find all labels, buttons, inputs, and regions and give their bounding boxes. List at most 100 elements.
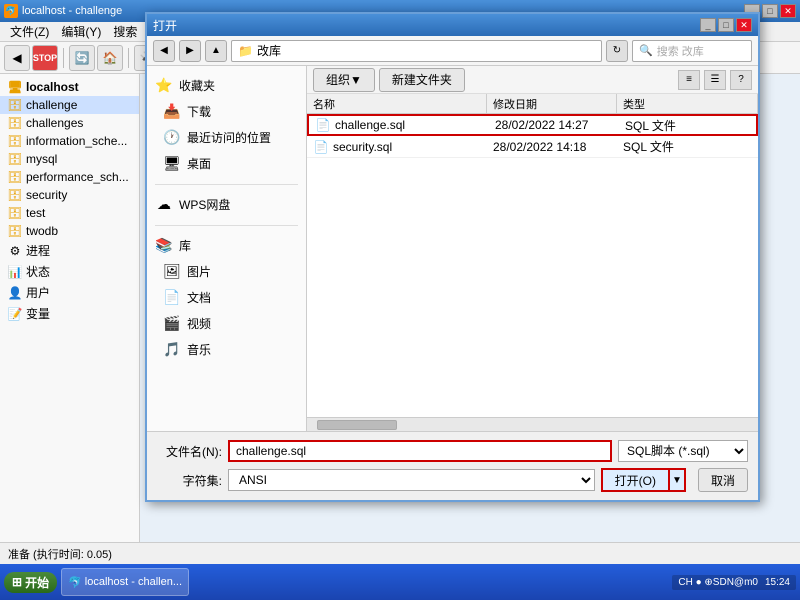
library-icon: 📚 bbox=[155, 236, 173, 254]
view-list-button[interactable]: ☰ bbox=[704, 70, 726, 90]
sidebar-item-process[interactable]: ⚙ 进程 bbox=[0, 240, 139, 261]
horizontal-scrollbar[interactable] bbox=[307, 417, 758, 431]
dialog-up-button[interactable]: ▲ bbox=[205, 40, 227, 62]
path-bar[interactable]: 📁 改库 bbox=[231, 40, 602, 62]
column-header-date[interactable]: 修改日期 bbox=[487, 94, 617, 113]
file-name-challenge: 📄 challenge.sql bbox=[309, 116, 489, 134]
nav-desktop[interactable]: 🖥 桌面 bbox=[147, 150, 306, 176]
music-icon: 🎵 bbox=[163, 340, 181, 358]
maximize-button[interactable]: □ bbox=[762, 4, 778, 18]
stop-button[interactable]: STOP bbox=[32, 45, 58, 71]
nav-music[interactable]: 🎵 音乐 bbox=[147, 336, 306, 362]
refresh-path-button[interactable]: ↻ bbox=[606, 40, 628, 62]
column-header-name[interactable]: 名称 bbox=[307, 94, 487, 113]
search-icon: 🔍 bbox=[639, 44, 653, 57]
db-icon-2: 🗄 bbox=[8, 134, 22, 148]
start-button[interactable]: ⊞ 开始 bbox=[4, 572, 57, 593]
scrollbar-thumb[interactable] bbox=[317, 420, 397, 430]
sidebar-item-test[interactable]: 🗄 test bbox=[0, 204, 139, 222]
open-dropdown-arrow[interactable]: ▼ bbox=[668, 468, 686, 492]
pictures-icon: 🖼 bbox=[163, 262, 181, 280]
sidebar-item-twodb[interactable]: 🗄 twodb bbox=[0, 222, 139, 240]
nav-pictures[interactable]: 🖼 图片 bbox=[147, 258, 306, 284]
nav-library-header[interactable]: 📚 库 bbox=[147, 232, 306, 258]
nav-documents[interactable]: 📄 文档 bbox=[147, 284, 306, 310]
dialog-forward-button[interactable]: ▶ bbox=[179, 40, 201, 62]
charset-select[interactable]: ANSI bbox=[228, 469, 595, 491]
nav-favorites-header[interactable]: ⭐ 收藏夹 bbox=[147, 72, 306, 98]
dialog-title-text: 打开 bbox=[153, 17, 177, 34]
sidebar-item-variables[interactable]: 📝 变量 bbox=[0, 303, 139, 324]
dialog-minimize-button[interactable]: _ bbox=[700, 18, 716, 32]
db-icon-7: 🗄 bbox=[8, 224, 22, 238]
db-icon-4: 🗄 bbox=[8, 170, 22, 184]
wps-icon: ☁ bbox=[155, 195, 173, 213]
file-row-security[interactable]: 📄 security.sql 28/02/2022 14:18 SQL 文件 bbox=[307, 136, 758, 158]
refresh-button[interactable]: 🔄 bbox=[69, 45, 95, 71]
dialog-toolbar: ◀ ▶ ▲ 📁 改库 ↻ 🔍 搜索 改库 bbox=[147, 36, 758, 66]
file-date-challenge: 28/02/2022 14:27 bbox=[489, 117, 619, 133]
charset-label: 字符集: bbox=[157, 472, 222, 489]
libraries-group: 📚 库 🖼 图片 📄 文档 🎬 视频 bbox=[147, 232, 306, 362]
dialog-footer: 文件名(N): SQL脚本 (*.sql) 字符集: ANSI 打开(O) ▼ … bbox=[147, 431, 758, 500]
sidebar-item-performance[interactable]: 🗄 performance_sch... bbox=[0, 168, 139, 186]
sidebar-item-mysql[interactable]: 🗄 mysql bbox=[0, 150, 139, 168]
file-row-challenge[interactable]: 📄 challenge.sql 28/02/2022 14:27 SQL 文件 bbox=[307, 114, 758, 136]
videos-icon: 🎬 bbox=[163, 314, 181, 332]
menu-edit[interactable]: 编辑(Y) bbox=[55, 21, 107, 42]
dialog-back-button[interactable]: ◀ bbox=[153, 40, 175, 62]
taskbar-app-item[interactable]: 🐬 localhost - challen... bbox=[61, 568, 189, 596]
nav-downloads[interactable]: 📥 下载 bbox=[147, 98, 306, 124]
users-icon: 👤 bbox=[8, 286, 22, 300]
system-tray: CH ● ⊕SDN@m0 15:24 bbox=[672, 575, 796, 590]
toolbar-separator2 bbox=[128, 48, 129, 68]
db-icon-1: 🗄 bbox=[8, 116, 22, 130]
app-taskbar-icon: 🐬 bbox=[68, 576, 82, 589]
sql-file-icon-1: 📄 bbox=[313, 139, 329, 155]
filename-input[interactable] bbox=[228, 440, 612, 462]
sidebar-item-users[interactable]: 👤 用户 bbox=[0, 282, 139, 303]
cancel-button[interactable]: 取消 bbox=[698, 468, 748, 492]
column-header-type[interactable]: 类型 bbox=[617, 94, 758, 113]
variables-icon: 📝 bbox=[8, 307, 22, 321]
wps-group: ☁ WPS网盘 bbox=[147, 191, 306, 217]
sidebar-item-challenge[interactable]: 🗄 challenge bbox=[0, 96, 139, 114]
nav-videos[interactable]: 🎬 视频 bbox=[147, 310, 306, 336]
dialog-title-controls: _ □ ✕ bbox=[700, 18, 752, 32]
sidebar-item-information[interactable]: 🗄 information_sche... bbox=[0, 132, 139, 150]
filetype-select[interactable]: SQL脚本 (*.sql) bbox=[618, 440, 748, 462]
app-window: 🐬 localhost - challenge _ □ ✕ 文件(Z) 编辑(Y… bbox=[0, 0, 800, 600]
dialog-maximize-button[interactable]: □ bbox=[718, 18, 734, 32]
sidebar-item-challenges[interactable]: 🗄 challenges bbox=[0, 114, 139, 132]
nav-wps[interactable]: ☁ WPS网盘 bbox=[147, 191, 306, 217]
sidebar-item-localhost[interactable]: 🖥 localhost bbox=[0, 78, 139, 96]
file-list: 📄 challenge.sql 28/02/2022 14:27 SQL 文件 … bbox=[307, 114, 758, 417]
organize-button[interactable]: 组织▼ bbox=[313, 68, 375, 92]
file-type-challenge: SQL 文件 bbox=[619, 116, 756, 135]
close-button[interactable]: ✕ bbox=[780, 4, 796, 18]
help-button[interactable]: ? bbox=[730, 70, 752, 90]
dialog-body: ⭐ 收藏夹 📥 下载 🕐 最近访问的位置 🖥 桌面 bbox=[147, 66, 758, 431]
file-type-security: SQL 文件 bbox=[617, 137, 758, 156]
nav-recent[interactable]: 🕐 最近访问的位置 bbox=[147, 124, 306, 150]
back-button[interactable]: ◀ bbox=[4, 45, 30, 71]
menu-search[interactable]: 搜索 bbox=[107, 21, 143, 42]
new-folder-button[interactable]: 新建文件夹 bbox=[379, 68, 465, 92]
path-icon: 📁 bbox=[238, 44, 253, 58]
open-button[interactable]: 打开(O) bbox=[601, 468, 668, 492]
dialog-close-button[interactable]: ✕ bbox=[736, 18, 752, 32]
documents-icon: 📄 bbox=[163, 288, 181, 306]
db-icon-0: 🗄 bbox=[8, 98, 22, 112]
file-list-toolbar: 组织▼ 新建文件夹 ≡ ☰ ? bbox=[307, 66, 758, 94]
db-icon-5: 🗄 bbox=[8, 188, 22, 202]
sidebar-item-security[interactable]: 🗄 security bbox=[0, 186, 139, 204]
taskbar: ⊞ 开始 🐬 localhost - challen... CH ● ⊕SDN@… bbox=[0, 564, 800, 600]
file-list-header: 名称 修改日期 类型 bbox=[307, 94, 758, 114]
view-icon-button[interactable]: ≡ bbox=[678, 70, 700, 90]
search-bar[interactable]: 🔍 搜索 改库 bbox=[632, 40, 752, 62]
sidebar-item-status[interactable]: 📊 状态 bbox=[0, 261, 139, 282]
home-button[interactable]: 🏠 bbox=[97, 45, 123, 71]
menu-file[interactable]: 文件(Z) bbox=[4, 21, 55, 42]
process-icon: ⚙ bbox=[8, 244, 22, 258]
current-path: 改库 bbox=[257, 42, 281, 59]
